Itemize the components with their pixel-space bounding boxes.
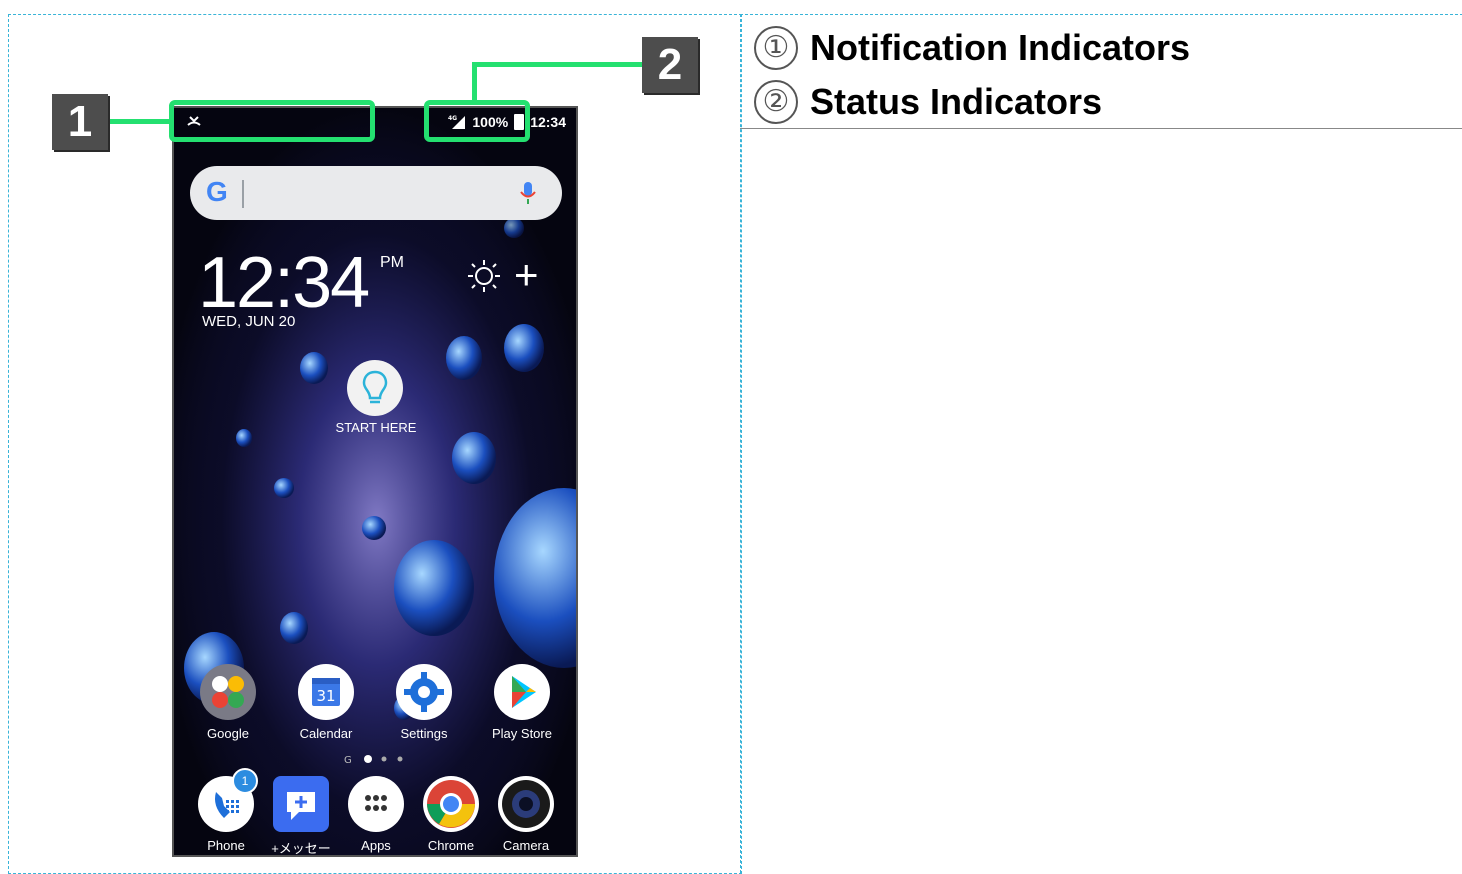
callout-1-badge: 1 xyxy=(52,94,108,150)
app-chrome[interactable]: Chrome xyxy=(411,776,491,853)
app-apps[interactable]: Apps xyxy=(336,776,416,853)
callout-2-badge: 2 xyxy=(642,37,698,93)
app-label: Play Store xyxy=(492,726,552,741)
legend-number: ② xyxy=(754,80,798,124)
phone-badge: 1 xyxy=(232,768,258,794)
callout-notification-area xyxy=(169,100,375,142)
app-label: Google xyxy=(207,726,249,741)
legend-item-status: ② Status Indicators xyxy=(754,80,1102,124)
google-search-bar[interactable]: G xyxy=(190,166,562,220)
app-calendar[interactable]: 31 Calendar xyxy=(286,664,366,741)
svg-text:G: G xyxy=(344,755,352,765)
chrome-icon xyxy=(423,776,479,832)
start-here-label: START HERE xyxy=(335,420,417,435)
phone-icon: 1 xyxy=(198,768,258,832)
app-label: Chrome xyxy=(427,838,475,853)
app-label: Settings xyxy=(400,726,448,741)
app-camera[interactable]: Camera xyxy=(486,776,566,853)
legend-number: ① xyxy=(754,26,798,70)
app-plus-message[interactable]: +メッセー xyxy=(261,776,341,856)
app-settings[interactable]: Settings xyxy=(384,664,464,741)
callout-status-area xyxy=(424,100,530,142)
message-plus-icon xyxy=(273,776,329,832)
app-label: Camera xyxy=(502,838,550,853)
add-widget-plus-icon[interactable]: + xyxy=(514,251,539,299)
clock-ampm: PM xyxy=(380,254,404,271)
legend-item-notification: ① Notification Indicators xyxy=(754,26,1190,70)
legend-divider xyxy=(740,128,1462,129)
play-store-icon xyxy=(494,664,550,720)
legend-text: Status Indicators xyxy=(810,81,1103,122)
app-google[interactable]: Google xyxy=(188,664,268,741)
app-label: +メッセー xyxy=(271,841,331,856)
app-label: Apps xyxy=(361,838,391,853)
microphone-icon[interactable] xyxy=(514,179,542,207)
callout-2-connector-vertical xyxy=(472,62,477,102)
calendar-day: 31 xyxy=(316,687,335,705)
google-folder-icon xyxy=(200,664,256,720)
app-label: Calendar xyxy=(299,726,353,741)
text-cursor xyxy=(242,180,244,208)
legend-panel xyxy=(740,14,1462,873)
google-g-icon: G xyxy=(206,176,228,207)
weather-sun-icon[interactable] xyxy=(466,258,502,294)
legend-text: Notification Indicators xyxy=(810,27,1191,68)
callout-1-connector xyxy=(106,119,170,124)
page-indicator: G xyxy=(344,755,403,765)
calendar-icon: 31 xyxy=(298,664,354,720)
clock-date: WED, JUN 20 xyxy=(202,313,296,330)
app-play-store[interactable]: Play Store xyxy=(482,664,562,741)
callout-2-connector-horizontal xyxy=(472,62,644,67)
settings-gear-icon xyxy=(396,664,452,720)
wallpaper-image xyxy=(174,108,576,855)
apps-grid-icon xyxy=(348,776,404,832)
start-here-lightbulb-icon[interactable] xyxy=(347,360,403,416)
app-phone[interactable]: 1 Phone xyxy=(186,768,266,853)
camera-icon xyxy=(498,776,554,832)
clock-time[interactable]: 12:34 xyxy=(198,242,370,324)
app-label: Phone xyxy=(207,838,245,853)
phone-screen: 4G 100% 12:34 G 12:34 PM WED, JUN 20 + S… xyxy=(172,106,578,857)
status-time: 12:34 xyxy=(530,114,566,130)
